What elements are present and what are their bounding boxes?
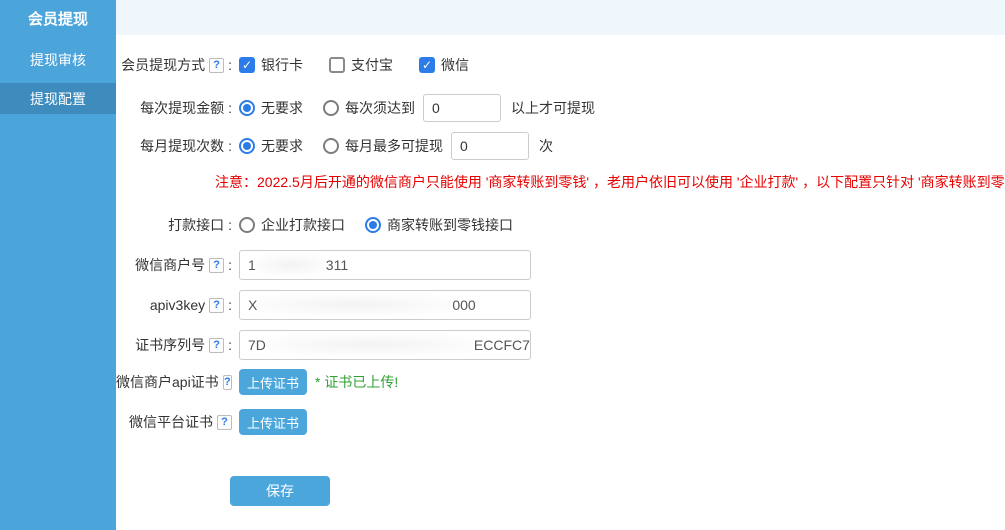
blurred-value-mask bbox=[256, 255, 326, 275]
sidebar-item-withdraw-config[interactable]: 提现配置 bbox=[0, 83, 116, 114]
radio-label: 每次须达到 bbox=[345, 98, 415, 118]
check-icon[interactable]: ✓ bbox=[419, 57, 435, 73]
row-api-cert: 微信商户api证书 ? 上传证书 * 证书已上传! bbox=[116, 366, 1005, 398]
api-cert-label-text: 微信商户api证书 bbox=[116, 372, 219, 392]
sidebar-item-withdraw-review[interactable]: 提现审核 bbox=[0, 44, 116, 75]
row-platform-cert: 微信平台证书 ? 上传证书 bbox=[116, 406, 1005, 438]
help-icon[interactable]: ? bbox=[209, 258, 224, 273]
withdraw-config-page: 会员提现 提现审核 提现配置 会员提现方式 ? : ✓ 银行卡 支付宝 bbox=[0, 0, 1005, 530]
pay-interface-label-text: 打款接口 bbox=[168, 215, 224, 235]
cert-serial-input[interactable]: 7D ECCFC7 bbox=[239, 330, 531, 360]
help-icon[interactable]: ? bbox=[209, 338, 224, 353]
cert-serial-label: 证书序列号 ? : bbox=[116, 335, 232, 355]
apiv3key-label: apiv3key ? : bbox=[116, 297, 232, 313]
sidebar: 会员提现 提现审核 提现配置 bbox=[0, 0, 116, 530]
max-times-suffix: 次 bbox=[539, 136, 553, 156]
radio-label: 每月最多可提现 bbox=[345, 136, 443, 156]
checkbox-alipay[interactable]: 支付宝 bbox=[329, 55, 393, 75]
wechat-merchant-notice: 注意：2022.5月后开通的微信商户只能使用 '商家转账到零钱' ，老用户依旧可… bbox=[215, 172, 1005, 192]
row-per-amount: 每次提现金额 : 无要求 每次须达到 以上才可提现 bbox=[116, 92, 1005, 124]
label-colon: : bbox=[228, 257, 232, 273]
apiv3key-label-text: apiv3key bbox=[150, 297, 205, 313]
radio-amount-no-requirement[interactable]: 无要求 bbox=[239, 98, 303, 118]
per-amount-label-text: 每次提现金额 bbox=[140, 98, 224, 118]
main-panel: 会员提现方式 ? : ✓ 银行卡 支付宝 ✓ 微信 bbox=[116, 0, 1005, 530]
value-prefix: 1 bbox=[248, 257, 256, 273]
monthly-times-label: 每月提现次数 : bbox=[116, 136, 232, 156]
radio-label: 商家转账到零钱接口 bbox=[387, 215, 513, 235]
checkbox-label: 银行卡 bbox=[261, 55, 303, 75]
platform-cert-label: 微信平台证书 ? bbox=[116, 412, 232, 432]
max-times-input[interactable] bbox=[451, 132, 529, 160]
merchant-id-label: 微信商户号 ? : bbox=[116, 255, 232, 275]
checkbox-label: 微信 bbox=[441, 55, 469, 75]
radio-off-icon[interactable] bbox=[239, 217, 255, 233]
label-colon: : bbox=[228, 337, 232, 353]
monthly-times-label-text: 每月提现次数 bbox=[140, 136, 224, 156]
row-cert-serial: 证书序列号 ? : 7D ECCFC7 bbox=[116, 329, 1005, 361]
radio-enterprise-pay[interactable]: 企业打款接口 bbox=[239, 215, 345, 235]
radio-times-no-requirement[interactable]: 无要求 bbox=[239, 136, 303, 156]
radio-on-icon[interactable] bbox=[239, 100, 255, 116]
row-pay-interface: 打款接口 : 企业打款接口 商家转账到零钱接口 bbox=[116, 209, 1005, 241]
merchant-id-label-text: 微信商户号 bbox=[135, 255, 205, 275]
value-prefix: X bbox=[248, 297, 257, 313]
cert-serial-label-text: 证书序列号 bbox=[135, 335, 205, 355]
min-amount-suffix: 以上才可提现 bbox=[511, 98, 595, 118]
value-suffix: 000 bbox=[452, 297, 475, 313]
top-strip bbox=[116, 0, 1005, 35]
value-suffix: ECCFC7 bbox=[474, 337, 530, 353]
api-cert-label: 微信商户api证书 ? bbox=[116, 372, 232, 392]
merchant-id-input[interactable]: 1 311 bbox=[239, 250, 531, 280]
row-apiv3key: apiv3key ? : X 000 bbox=[116, 289, 1005, 321]
label-colon: : bbox=[228, 138, 232, 154]
radio-amount-minimum[interactable]: 每次须达到 bbox=[323, 98, 415, 118]
upload-api-cert-button[interactable]: 上传证书 bbox=[239, 369, 307, 395]
radio-times-maximum[interactable]: 每月最多可提现 bbox=[323, 136, 443, 156]
upload-platform-cert-button[interactable]: 上传证书 bbox=[239, 409, 307, 435]
blurred-value-mask bbox=[257, 295, 452, 315]
radio-label: 无要求 bbox=[261, 98, 303, 118]
pay-interface-label: 打款接口 : bbox=[116, 215, 232, 235]
radio-label: 无要求 bbox=[261, 136, 303, 156]
checkbox-bank-card[interactable]: ✓ 银行卡 bbox=[239, 55, 303, 75]
help-icon[interactable]: ? bbox=[209, 58, 224, 73]
radio-off-icon[interactable] bbox=[323, 100, 339, 116]
withdraw-method-label: 会员提现方式 ? : bbox=[116, 55, 232, 75]
value-prefix: 7D bbox=[248, 337, 266, 353]
label-colon: : bbox=[228, 100, 232, 116]
check-icon[interactable]: ✓ bbox=[239, 57, 255, 73]
blurred-value-mask bbox=[266, 335, 474, 355]
platform-cert-label-text: 微信平台证书 bbox=[129, 412, 213, 432]
per-amount-label: 每次提现金额 : bbox=[116, 98, 232, 118]
value-suffix: 311 bbox=[326, 257, 348, 273]
label-colon: : bbox=[228, 57, 232, 73]
checkbox-empty-icon[interactable] bbox=[329, 57, 345, 73]
apiv3key-input[interactable]: X 000 bbox=[239, 290, 531, 320]
row-merchant-id: 微信商户号 ? : 1 311 bbox=[116, 249, 1005, 281]
radio-off-icon[interactable] bbox=[323, 138, 339, 154]
save-button[interactable]: 保存 bbox=[230, 476, 330, 506]
row-monthly-times: 每月提现次数 : 无要求 每月最多可提现 次 bbox=[116, 130, 1005, 162]
help-icon[interactable]: ? bbox=[209, 298, 224, 313]
help-icon[interactable]: ? bbox=[217, 415, 232, 430]
radio-label: 企业打款接口 bbox=[261, 215, 345, 235]
checkbox-label: 支付宝 bbox=[351, 55, 393, 75]
radio-on-icon[interactable] bbox=[365, 217, 381, 233]
help-icon[interactable]: ? bbox=[223, 375, 232, 390]
radio-merchant-transfer[interactable]: 商家转账到零钱接口 bbox=[365, 215, 513, 235]
withdraw-method-label-text: 会员提现方式 bbox=[121, 55, 205, 75]
row-withdraw-method: 会员提现方式 ? : ✓ 银行卡 支付宝 ✓ 微信 bbox=[116, 49, 1005, 81]
label-colon: : bbox=[228, 217, 232, 233]
label-colon: : bbox=[228, 297, 232, 313]
cert-uploaded-status: * 证书已上传! bbox=[315, 372, 398, 392]
radio-on-icon[interactable] bbox=[239, 138, 255, 154]
min-amount-input[interactable] bbox=[423, 94, 501, 122]
sidebar-header-member-withdraw[interactable]: 会员提现 bbox=[0, 0, 116, 36]
checkbox-wechat[interactable]: ✓ 微信 bbox=[419, 55, 469, 75]
